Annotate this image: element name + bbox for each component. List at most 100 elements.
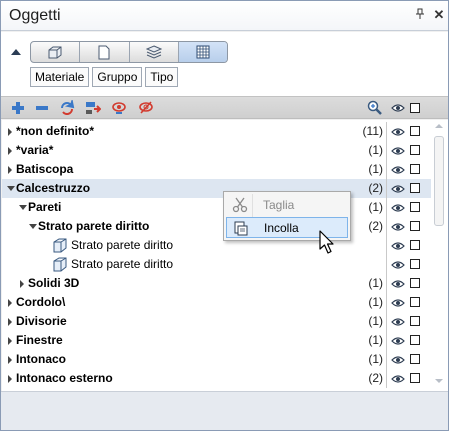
tree-toolbar bbox=[1, 96, 448, 119]
view-mode-grid-button[interactable] bbox=[178, 42, 227, 62]
expand-arrow-icon[interactable] bbox=[8, 356, 12, 364]
row-checkbox[interactable] bbox=[410, 126, 420, 136]
tree-row[interactable]: Divisorie (1) bbox=[2, 312, 431, 331]
zoom-icon[interactable] bbox=[366, 100, 384, 116]
scrollbar-thumb[interactable] bbox=[434, 136, 444, 226]
eye-icon[interactable] bbox=[391, 103, 405, 113]
expand-arrow-icon[interactable] bbox=[8, 375, 12, 383]
tree-row[interactable]: Strato parete diritto bbox=[2, 236, 431, 255]
eye-icon[interactable] bbox=[391, 260, 405, 270]
filter-type-button[interactable]: Tipo bbox=[145, 67, 179, 87]
row-checkbox[interactable] bbox=[410, 335, 420, 345]
eye-icon[interactable] bbox=[391, 146, 405, 156]
tree-row[interactable]: Intonaco (1) bbox=[2, 350, 431, 369]
tree-row[interactable]: Strato parete diritto bbox=[2, 255, 431, 274]
tree-row[interactable]: Calcestruzzo (2) bbox=[2, 179, 431, 198]
tree-row[interactable]: Intonaco esterno (2) bbox=[2, 369, 431, 388]
transfer-icon[interactable] bbox=[84, 100, 102, 116]
row-checkbox[interactable] bbox=[410, 164, 420, 174]
pin-icon[interactable] bbox=[413, 8, 427, 22]
paste-icon bbox=[234, 221, 248, 236]
menu-item-label: Taglia bbox=[263, 198, 295, 212]
row-checkbox[interactable] bbox=[410, 373, 420, 383]
row-checkbox[interactable] bbox=[410, 278, 420, 288]
expand-arrow-icon[interactable] bbox=[8, 128, 12, 136]
column-divider bbox=[386, 274, 387, 293]
visibility-on-icon[interactable] bbox=[110, 100, 128, 116]
tree-row[interactable]: Cordolo\ (1) bbox=[2, 293, 431, 312]
row-checkbox[interactable] bbox=[410, 202, 420, 212]
object-tree: *non definito* (11) *varia* (1) Batiscopa (1)… bbox=[2, 120, 431, 391]
collapse-panel-icon[interactable] bbox=[11, 49, 21, 55]
view-mode-layers-button[interactable] bbox=[130, 42, 179, 62]
refresh-icon[interactable] bbox=[58, 100, 76, 116]
box-3d-icon bbox=[48, 46, 62, 59]
collapse-all-icon[interactable] bbox=[33, 100, 51, 116]
collapse-arrow-icon[interactable] bbox=[29, 224, 37, 229]
row-checkbox[interactable] bbox=[410, 240, 420, 250]
row-checkbox[interactable] bbox=[410, 354, 420, 364]
tree-row[interactable]: Batiscopa (1) bbox=[2, 160, 431, 179]
view-mode-3d-button[interactable] bbox=[31, 42, 81, 62]
row-checkbox[interactable] bbox=[410, 259, 420, 269]
eye-icon[interactable] bbox=[391, 203, 405, 213]
menu-item-label: Incolla bbox=[264, 221, 299, 235]
tree-item-label: Cordolo\ bbox=[16, 295, 66, 309]
wall-layer-icon bbox=[53, 238, 67, 253]
expand-all-icon[interactable] bbox=[9, 100, 27, 116]
tree-row[interactable]: *varia* (1) bbox=[2, 141, 431, 160]
collapse-arrow-icon[interactable] bbox=[19, 205, 27, 210]
row-checkbox[interactable] bbox=[410, 221, 420, 231]
filter-tags: Materiale Gruppo Tipo bbox=[30, 67, 179, 87]
eye-icon[interactable] bbox=[391, 317, 405, 327]
expand-arrow-icon[interactable] bbox=[8, 337, 12, 345]
scroll-down-icon[interactable] bbox=[435, 379, 443, 383]
eye-icon[interactable] bbox=[391, 374, 405, 384]
expand-arrow-icon[interactable] bbox=[8, 299, 12, 307]
row-checkbox[interactable] bbox=[410, 297, 420, 307]
filter-group-button[interactable]: Gruppo bbox=[92, 67, 143, 87]
tree-item-label: *varia* bbox=[16, 143, 54, 157]
column-divider bbox=[386, 141, 387, 160]
row-checkbox[interactable] bbox=[410, 145, 420, 155]
eye-icon[interactable] bbox=[391, 279, 405, 289]
collapse-arrow-icon[interactable] bbox=[7, 186, 15, 191]
expand-arrow-icon[interactable] bbox=[8, 147, 12, 155]
select-all-checkbox[interactable] bbox=[410, 103, 420, 113]
expand-arrow-icon[interactable] bbox=[8, 166, 12, 174]
item-count: (1) bbox=[368, 295, 383, 309]
column-divider bbox=[386, 293, 387, 312]
eye-icon[interactable] bbox=[391, 241, 405, 251]
close-icon[interactable]: ✕ bbox=[432, 8, 446, 22]
row-checkbox[interactable] bbox=[410, 316, 420, 326]
expand-arrow-icon[interactable] bbox=[20, 280, 24, 288]
visibility-off-icon[interactable] bbox=[137, 100, 155, 116]
eye-icon[interactable] bbox=[391, 298, 405, 308]
view-mode-page-button[interactable] bbox=[80, 42, 130, 62]
eye-icon[interactable] bbox=[391, 165, 405, 175]
row-checkbox[interactable] bbox=[410, 183, 420, 193]
panel-title: Oggetti bbox=[9, 7, 61, 24]
eye-icon[interactable] bbox=[391, 222, 405, 232]
tree-row[interactable]: Solidi 3D (1) bbox=[2, 274, 431, 293]
eye-icon[interactable] bbox=[391, 127, 405, 137]
eye-icon[interactable] bbox=[391, 184, 405, 194]
eye-icon[interactable] bbox=[391, 336, 405, 346]
menu-item-cut[interactable]: Taglia bbox=[226, 195, 348, 216]
tree-item-label: Solidi 3D bbox=[28, 276, 80, 290]
tree-row[interactable]: *non definito* (11) bbox=[2, 122, 431, 141]
tree-row[interactable]: Pareti (1) bbox=[2, 198, 431, 217]
expand-arrow-icon[interactable] bbox=[8, 318, 12, 326]
vertical-scrollbar[interactable] bbox=[431, 120, 448, 391]
filter-material-button[interactable]: Materiale bbox=[30, 67, 90, 87]
title-bar[interactable]: Oggetti ✕ bbox=[1, 1, 448, 31]
column-divider bbox=[386, 198, 387, 217]
eye-icon[interactable] bbox=[391, 355, 405, 365]
tree-row[interactable]: Finestre (1) bbox=[2, 331, 431, 350]
tree-row[interactable]: Strato parete diritto (2) bbox=[2, 217, 431, 236]
tree-item-label: Batiscopa bbox=[16, 162, 74, 176]
scroll-up-icon[interactable] bbox=[435, 124, 443, 128]
column-divider bbox=[386, 122, 387, 141]
layers-icon bbox=[145, 45, 162, 59]
item-count: (1) bbox=[368, 162, 383, 176]
